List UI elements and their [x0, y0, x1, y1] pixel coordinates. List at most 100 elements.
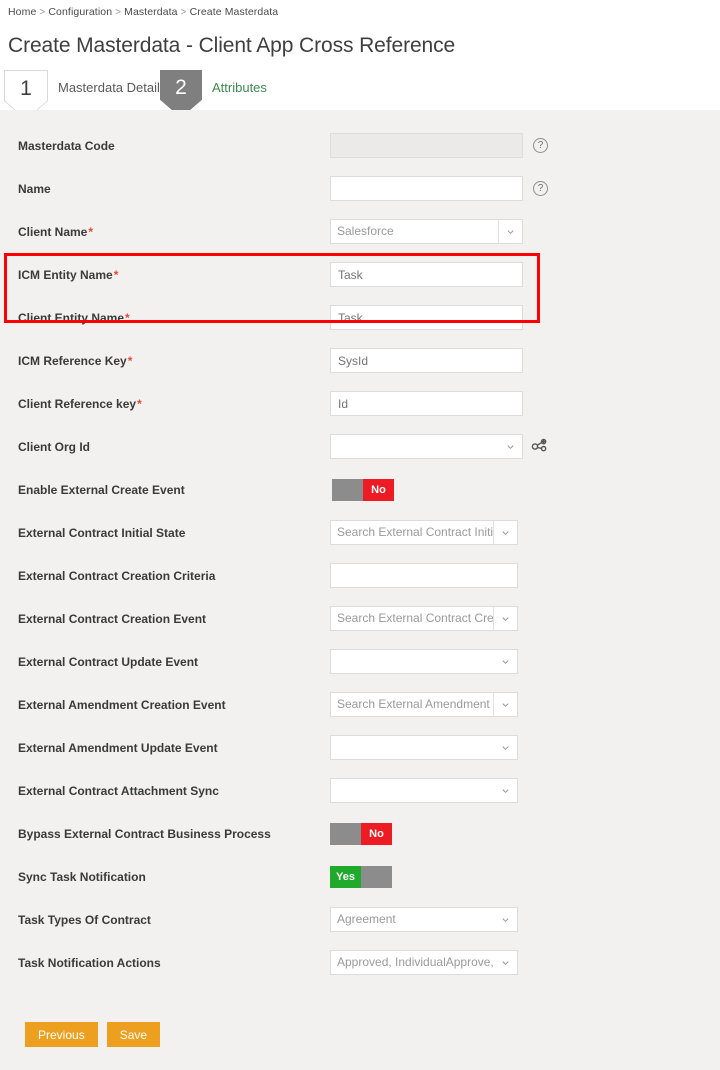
page-title: Create Masterdata - Client App Cross Ref… [8, 34, 456, 57]
field-label-text: Client Reference key [18, 396, 137, 411]
breadcrumb: Home > Configuration > Masterdata > Create Mas… [0, 0, 720, 18]
field-label-text: Client Name [18, 224, 88, 239]
masterdata-code-input[interactable] [330, 133, 523, 158]
field-label-external-contract-update-event: External Contract Update Event [18, 654, 199, 669]
task-notification-actions-value: Approved, IndividualApprove, I... [337, 955, 493, 969]
field-label-text: ICM Entity Name [18, 267, 113, 282]
bypass-external-contract-business-process-toggle[interactable]: No [330, 822, 392, 845]
field-row-sync-task-notification: Sync Task Notification Yes [0, 855, 720, 898]
external-contract-creation-criteria-input[interactable] [330, 563, 518, 588]
client-entity-name-input[interactable] [330, 305, 523, 330]
help-icon[interactable]: ? [533, 181, 548, 196]
field-label-client-entity-name: Client Entity Name* [18, 311, 330, 325]
field-label-sync-task-notification: Sync Task Notification [18, 869, 146, 884]
external-contract-creation-event-value: Search External Contract Creation [337, 611, 493, 625]
field-label-icm-entity-name: ICM Entity Name* [18, 268, 330, 282]
external-contract-initial-state-value: Search External Contract Initial S [337, 525, 493, 539]
name-input[interactable] [330, 176, 523, 201]
toggle-knob [332, 478, 363, 501]
required-marker: * [88, 224, 94, 239]
breadcrumb-item-configuration[interactable]: Configuration [48, 6, 112, 18]
external-amendment-update-event-select[interactable] [330, 735, 518, 760]
external-contract-update-event-select[interactable] [330, 649, 518, 674]
toggle-state-label: No [361, 822, 392, 845]
field-row-name: Name ? [0, 167, 720, 210]
toggle-knob [361, 865, 392, 888]
attributes-form: Masterdata Code ? Name ? Client Name* Sa… [0, 110, 720, 1047]
step-2-label: Attributes [212, 80, 267, 95]
toggle-knob [330, 822, 361, 845]
field-row-external-amendment-update-event: External Amendment Update Event [0, 726, 720, 769]
required-marker: * [125, 310, 130, 325]
chevron-down-icon[interactable] [493, 736, 517, 759]
field-label-external-amendment-creation-event: External Amendment Creation Event [18, 697, 226, 712]
field-label-text: Client Entity Name [18, 310, 125, 325]
field-row-client-reference-key: Client Reference key* [0, 382, 720, 425]
sync-task-notification-toggle[interactable]: Yes [330, 865, 392, 888]
field-row-external-contract-initial-state: External Contract Initial State Search E… [0, 511, 720, 554]
field-label-task-notification-actions: Task Notification Actions [18, 955, 161, 970]
field-row-task-notification-actions: Task Notification Actions Approved, Indi… [0, 941, 720, 984]
form-content: Masterdata Code ? Name ? Client Name* Sa… [0, 110, 720, 1070]
toggle-state-label: Yes [330, 865, 361, 888]
page-header: Home > Configuration > Masterdata > Create Mas… [0, 0, 720, 120]
field-row-bypass-external-contract-business-process: Bypass External Contract Business Proces… [0, 812, 720, 855]
breadcrumb-separator: > [39, 7, 46, 18]
client-reference-key-input[interactable] [330, 391, 523, 416]
external-amendment-creation-event-select[interactable]: Search External Amendment Cre [330, 692, 518, 717]
chevron-down-icon[interactable] [493, 521, 517, 544]
field-label-external-contract-creation-event: External Contract Creation Event [18, 611, 207, 626]
task-types-of-contract-select[interactable]: Agreement [330, 907, 518, 932]
chevron-down-icon[interactable] [493, 908, 517, 931]
field-label-client-name: Client Name* [18, 225, 330, 239]
field-label-task-types-of-contract: Task Types Of Contract [18, 912, 151, 927]
chevron-down-icon[interactable] [493, 650, 517, 673]
icm-entity-name-input[interactable] [330, 262, 523, 287]
field-label-external-amendment-update-event: External Amendment Update Event [18, 740, 218, 755]
form-actions: Previous Save [0, 984, 720, 1047]
step-1-label: Masterdata Details [58, 80, 167, 95]
client-name-value: Salesforce [337, 224, 394, 238]
external-contract-initial-state-select[interactable]: Search External Contract Initial S [330, 520, 518, 545]
client-name-select[interactable]: Salesforce [330, 219, 523, 244]
field-label-client-org-id: Client Org Id [18, 439, 90, 454]
external-contract-creation-event-select[interactable]: Search External Contract Creation [330, 606, 518, 631]
external-contract-attachment-sync-select[interactable] [330, 778, 518, 803]
field-label-external-contract-attachment-sync: External Contract Attachment Sync [18, 783, 219, 798]
icm-reference-key-input[interactable] [330, 348, 523, 373]
help-icon[interactable]: ? [533, 138, 548, 153]
task-notification-actions-select[interactable]: Approved, IndividualApprove, I... [330, 950, 518, 975]
breadcrumb-item-create-masterdata[interactable]: Create Masterdata [190, 6, 279, 18]
field-label-external-contract-initial-state: External Contract Initial State [18, 525, 186, 540]
field-row-external-contract-attachment-sync: External Contract Attachment Sync [0, 769, 720, 812]
field-row-external-contract-update-event: External Contract Update Event [0, 640, 720, 683]
required-marker: * [113, 267, 119, 282]
chevron-down-icon[interactable] [493, 607, 517, 630]
field-label-client-reference-key: Client Reference key* [18, 397, 330, 411]
node-link-icon[interactable] [531, 437, 548, 457]
enable-external-create-event-toggle[interactable]: No [332, 478, 394, 501]
breadcrumb-item-home[interactable]: Home [8, 6, 36, 18]
field-row-client-org-id: Client Org Id [0, 425, 720, 468]
breadcrumb-item-masterdata[interactable]: Masterdata [124, 6, 178, 18]
highlighted-section: ICM Entity Name* Client Entity Name* [0, 253, 720, 339]
field-row-icm-entity-name: ICM Entity Name* [0, 253, 720, 296]
chevron-down-icon[interactable] [498, 220, 522, 243]
field-label-name: Name [18, 181, 51, 196]
field-row-external-contract-creation-criteria: External Contract Creation Criteria [0, 554, 720, 597]
save-button[interactable]: Save [106, 1022, 161, 1047]
chevron-down-icon[interactable] [493, 779, 517, 802]
breadcrumb-separator: > [115, 7, 122, 18]
chevron-down-icon[interactable] [493, 951, 517, 974]
field-label-external-contract-creation-criteria: External Contract Creation Criteria [18, 568, 216, 583]
field-row-external-amendment-creation-event: External Amendment Creation Event Search… [0, 683, 720, 726]
required-marker: * [137, 396, 142, 411]
client-org-id-select[interactable] [330, 434, 523, 459]
field-row-external-contract-creation-event: External Contract Creation Event Search … [0, 597, 720, 640]
toggle-state-label: No [363, 478, 394, 501]
chevron-down-icon[interactable] [493, 693, 517, 716]
field-row-client-name: Client Name* Salesforce [0, 210, 720, 253]
chevron-down-icon[interactable] [498, 435, 522, 458]
field-label-text: ICM Reference Key [18, 353, 127, 368]
previous-button[interactable]: Previous [25, 1022, 98, 1047]
